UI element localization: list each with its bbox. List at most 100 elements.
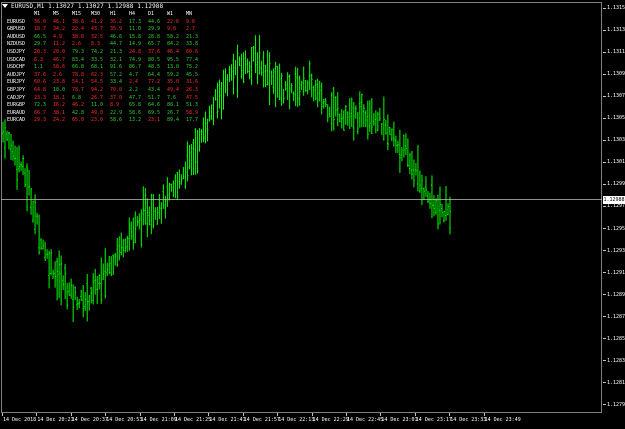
price-tick-mark [603, 228, 606, 229]
matrix-value: 58.6 [110, 117, 123, 124]
price-bar [242, 52, 245, 84]
time-tick-label: 14 Dec 21:41 [209, 417, 246, 423]
price-bar [398, 129, 401, 173]
matrix-value: 62.3 [91, 71, 104, 78]
matrix-value: 74.9 [129, 56, 142, 63]
price-tick-mark [603, 338, 606, 340]
matrix-symbol: EURCAD [7, 117, 26, 124]
price-bar [424, 176, 427, 197]
price-bar [324, 98, 327, 108]
matrix-row: EURJPY 60.6 23.8 54.1 54.5 33.4 2.4 77.2 35.0 31.… [7, 79, 205, 87]
price-bar [370, 98, 373, 135]
price-bar [210, 104, 213, 120]
price-tick-mark [603, 272, 606, 274]
price-tick-mark [603, 117, 606, 119]
price-bar [92, 273, 95, 305]
matrix-value: 33.4 [110, 79, 123, 86]
matrix-timeframe-header: M5 [53, 11, 60, 17]
matrix-value: 11.2 [53, 41, 66, 48]
matrix-value: 33.8 [186, 41, 199, 48]
matrix-value: 28.8 [148, 33, 161, 40]
price-bar [444, 185, 447, 221]
price-bar [66, 283, 69, 310]
matrix-value: 58.6 [53, 64, 66, 71]
price-axis-tick: 1.13135 [603, 26, 625, 34]
dropdown-triangle-icon[interactable] [2, 4, 8, 8]
matrix-corner [7, 11, 34, 19]
matrix-value: 84.2 [167, 41, 180, 48]
matrix-value: 22.4 [72, 26, 85, 33]
matrix-value: 58.6 [129, 109, 142, 116]
price-bar [90, 286, 93, 304]
time-tick-label: 14 Dec 22:29 [312, 417, 349, 423]
matrix-value: 51.3 [186, 102, 199, 109]
price-bar [112, 254, 115, 276]
price-bar [298, 75, 301, 106]
price-bar [378, 107, 381, 121]
matrix-value: 46.2 [72, 102, 85, 109]
price-bar [182, 167, 185, 180]
price-bar [12, 140, 15, 161]
matrix-value: 2.6 [53, 71, 63, 78]
price-tick-label: 1.13115 [607, 49, 625, 56]
price-bar [408, 152, 411, 175]
price-bar [166, 177, 169, 207]
price-bar [438, 186, 441, 225]
matrix-value: 34.2 [53, 26, 66, 33]
price-bar [74, 286, 77, 301]
price-bar [136, 216, 139, 227]
matrix-value: 38.1 [53, 109, 66, 116]
matrix-value: 36.0 [34, 18, 47, 25]
matrix-value: 46.7 [53, 56, 66, 63]
matrix-value: 57.2 [110, 71, 123, 78]
matrix-value: 47.5 [186, 94, 199, 101]
price-bar [46, 249, 49, 259]
price-bar [42, 239, 45, 250]
price-bar [78, 298, 81, 309]
matrix-value: 4.7 [129, 71, 139, 78]
matrix-row: AUDJPY 37.6 2.6 78.8 62.3 57.2 4.7 64.4 59.2 45.5 [7, 72, 205, 80]
price-axis[interactable]: 1.13155 1.13135 1.13115 1.13095 1.13075 1.130… [603, 0, 625, 414]
matrix-value: 78.7 [72, 86, 85, 93]
matrix-value: 18.0 [53, 86, 66, 93]
price-tick-label: 1.12895 [607, 291, 625, 298]
matrix-symbol: AUDUSD [7, 33, 26, 40]
price-bar [16, 146, 19, 190]
price-bar [88, 295, 91, 311]
price-bar [246, 58, 249, 74]
matrix-value: 78.8 [72, 71, 85, 78]
price-bar [218, 79, 221, 109]
matrix-row: NZDUSD 29.7 11.2 2.6 8.3 44.7 14.9 65.7 84.2 33.8 [7, 41, 205, 49]
price-bar [338, 113, 341, 123]
price-axis-tick: 1.12875 [603, 313, 625, 321]
price-bar [248, 61, 251, 80]
price-bar [326, 104, 329, 123]
matrix-symbol: EURGBP [7, 102, 26, 109]
price-bar [264, 64, 267, 88]
matrix-value: 80.5 [148, 56, 161, 63]
price-bar [418, 170, 421, 193]
price-bar [214, 89, 217, 101]
matrix-value: 32.5 [91, 33, 104, 40]
time-tick-label: 14 Dec 20:37 [71, 417, 108, 423]
matrix-value: 2.7 [186, 26, 196, 33]
matrix-row: AUDUSD 66.5 4.9 38.8 32.5 46.6 15.8 28.8 58.2 21.… [7, 34, 205, 42]
price-bar [48, 250, 51, 289]
time-tick-mark [174, 413, 175, 416]
price-bar [364, 110, 367, 128]
price-bar [322, 98, 325, 109]
matrix-value: 2.6 [72, 41, 82, 48]
price-bar [272, 68, 275, 94]
matrix-value: 21.3 [186, 33, 199, 40]
price-bar [428, 192, 431, 209]
time-axis[interactable]: 14 Dec 2018 14 Dec 20:21 14 Dec 20:37 14 De… [0, 413, 602, 429]
price-bar [118, 236, 121, 261]
matrix-row: USDCAD 6.3 46.7 83.4 33.5 32.1 74.9 80.5 95.5 77.… [7, 57, 205, 65]
matrix-value: 20.3 [34, 48, 47, 55]
matrix-symbol: NZDUSD [7, 41, 26, 48]
price-axis-tick: 1.12915 [603, 269, 625, 277]
price-tick-label: 1.12835 [607, 357, 625, 364]
matrix-value: 64.4 [148, 71, 161, 78]
price-bar [158, 193, 161, 220]
price-bar [104, 248, 107, 299]
